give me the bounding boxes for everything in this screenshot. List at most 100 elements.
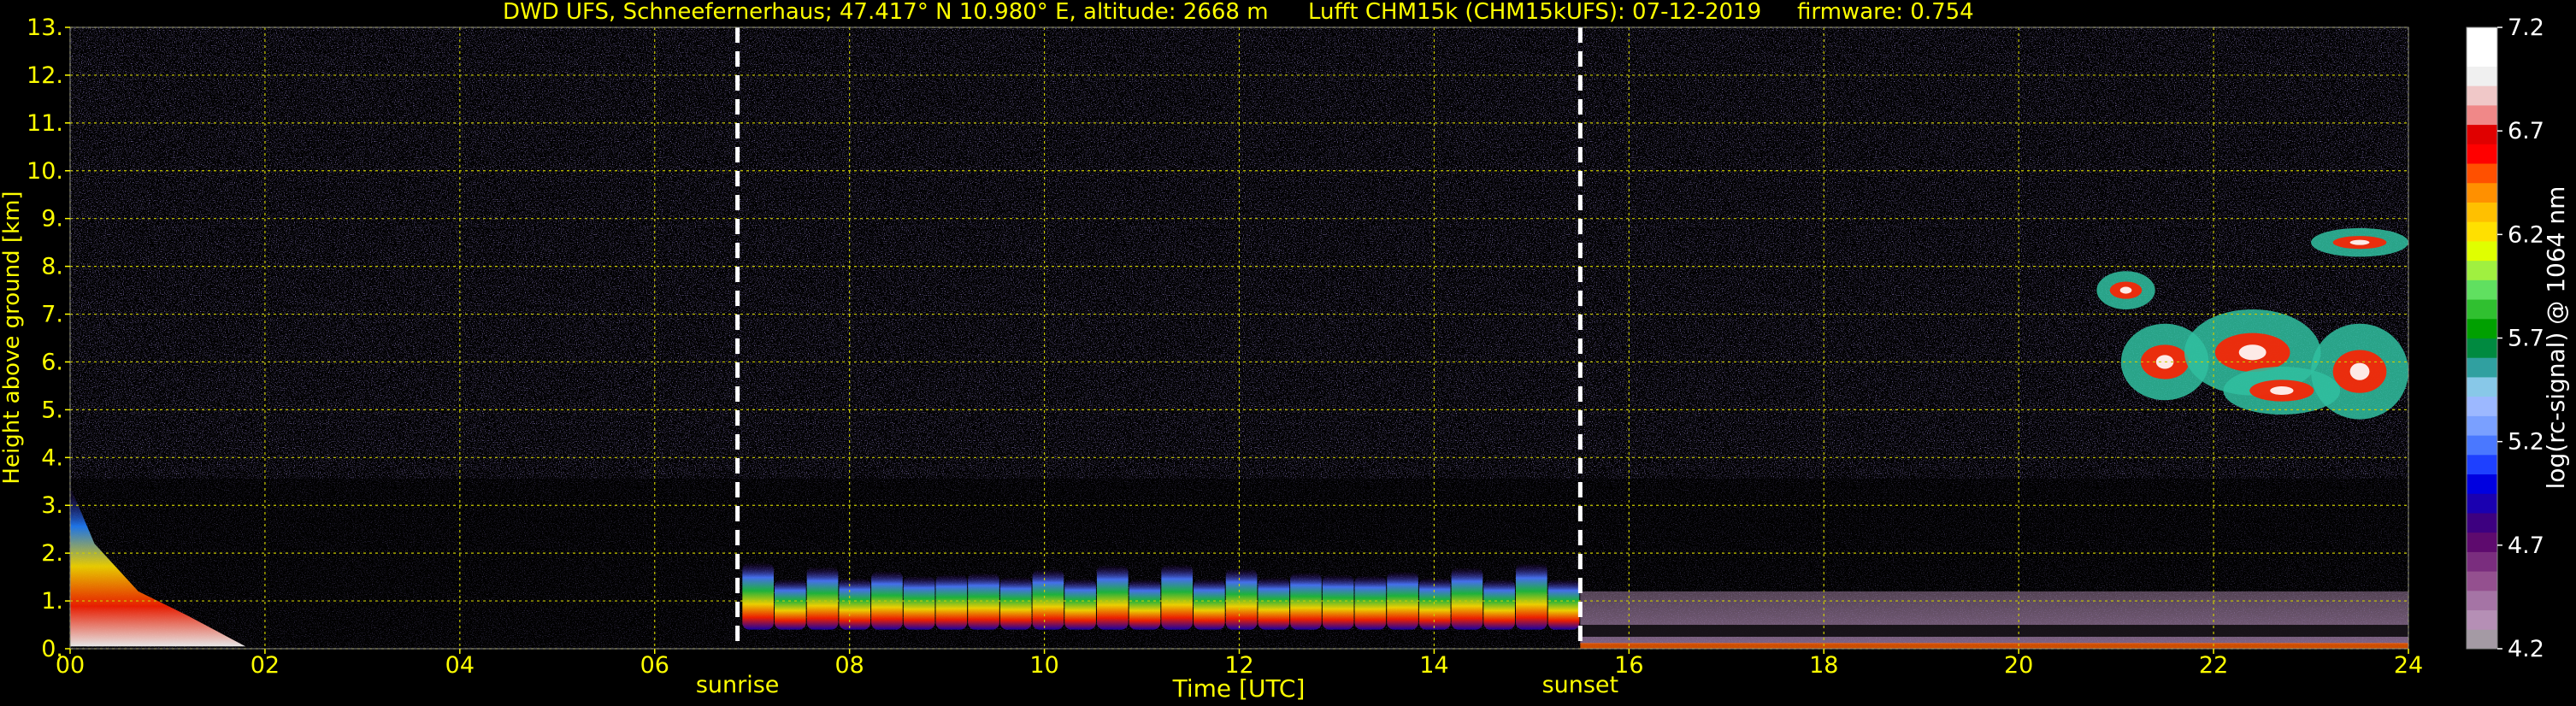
colorbar-tick-label: 4.7 — [2508, 532, 2544, 559]
cloud-peak — [2349, 362, 2370, 380]
y-tick-label: 3. — [41, 492, 63, 519]
sunrise-label: sunrise — [696, 672, 780, 698]
x-tick-label: 02 — [251, 652, 280, 679]
colorbar-ticks: 7.2 6.7 6.2 5.7 5.2 4.7 4.2 — [2497, 15, 2544, 662]
cloud-peak — [2119, 286, 2132, 294]
ceilometer-chart: sunrise sunset 00 02 04 06 08 10 12 14 16 18 20 22 24… — [0, 0, 2570, 703]
x-tick-label: 14 — [1419, 652, 1448, 679]
colorbar-swatch — [2467, 279, 2497, 300]
y-tick-label: 4. — [41, 444, 63, 471]
pbl-cell — [1387, 571, 1418, 630]
colorbar-swatch — [2467, 415, 2497, 436]
colorbar-swatch — [2467, 260, 2497, 280]
x-tick-label: 04 — [445, 652, 475, 679]
cloud-peak — [2270, 385, 2294, 396]
colorbar-swatch — [2467, 144, 2497, 164]
colorbar-swatch — [2467, 396, 2497, 416]
colorbar-tick-label: 4.2 — [2508, 636, 2544, 662]
colorbar-swatch — [2467, 376, 2497, 397]
y-axis-ticks: 0. 1. 2. 3. 4. 5. 6. 7. 8. 9. 10. 11. 12. 13. — [27, 15, 70, 662]
colorbar — [2467, 27, 2497, 650]
pbl-cell — [1064, 579, 1096, 630]
x-tick-label: 24 — [2394, 652, 2423, 679]
chart-title-instrument: Lufft CHM15k (CHM15kUFS): 07-12-2019 — [1308, 0, 1761, 25]
colorbar-swatch — [2467, 474, 2497, 494]
x-tick-label: 16 — [1614, 652, 1643, 679]
colorbar-swatch — [2467, 357, 2497, 378]
x-tick-label: 06 — [640, 652, 669, 679]
colorbar-swatch — [2467, 338, 2497, 358]
pbl-cell — [1354, 575, 1387, 630]
colorbar-swatch — [2467, 124, 2497, 144]
y-tick-label: 6. — [41, 349, 63, 375]
colorbar-swatch — [2467, 202, 2497, 222]
colorbar-swatch — [2467, 163, 2497, 184]
pbl-cell — [1515, 563, 1547, 630]
pbl-cell — [935, 574, 968, 630]
pbl-cell — [1129, 579, 1161, 630]
surface-return — [1580, 643, 2408, 649]
colorbar-label: log(rc-signal) @ 1064 nm — [2542, 186, 2570, 490]
colorbar-tick-label: 5.7 — [2508, 326, 2544, 352]
y-tick-label: 0. — [41, 636, 63, 662]
colorbar-swatch — [2467, 221, 2497, 242]
colorbar-swatch — [2467, 512, 2497, 533]
pbl-cell — [968, 573, 999, 630]
pbl-cell — [871, 571, 903, 630]
x-tick-label: 18 — [1809, 652, 1838, 679]
chart-title-site: DWD UFS, Schneefernerhaus; 47.417° N 10.… — [503, 0, 1269, 25]
colorbar-tick-label: 7.2 — [2508, 15, 2544, 41]
pbl-cell — [1547, 579, 1580, 630]
colorbar-swatch — [2467, 318, 2497, 338]
pbl-cell — [1418, 578, 1451, 630]
pbl-cell — [1225, 568, 1258, 630]
x-tick-label: 22 — [2199, 652, 2228, 679]
chart-title-firmware: firmware: 0.754 — [1797, 0, 1974, 25]
cloud-peak — [2349, 239, 2370, 245]
x-tick-label: 10 — [1029, 652, 1058, 679]
colorbar-tick-label: 5.2 — [2508, 429, 2544, 456]
pbl-cell — [806, 567, 839, 630]
y-tick-label: 13. — [27, 15, 63, 41]
y-tick-label: 2. — [41, 540, 63, 567]
colorbar-swatch — [2467, 493, 2497, 514]
colorbar-swatch — [2467, 551, 2497, 572]
y-tick-label: 7. — [41, 302, 63, 328]
colorbar-swatch — [2467, 532, 2497, 552]
pbl-cell — [1322, 574, 1354, 630]
y-tick-label: 10. — [27, 158, 63, 185]
pbl-cell — [1483, 579, 1515, 630]
y-tick-label: 5. — [41, 397, 63, 423]
pbl-cell — [775, 579, 806, 630]
residual-gap — [1580, 625, 2408, 638]
pbl-cell — [903, 575, 935, 630]
colorbar-swatch — [2467, 85, 2497, 106]
x-tick-label: 20 — [2004, 652, 2033, 679]
colorbar-swatch — [2467, 454, 2497, 475]
y-tick-label: 9. — [41, 206, 63, 232]
colorbar-swatch — [2467, 609, 2497, 630]
colorbar-swatch — [2467, 66, 2497, 86]
pbl-cell — [1194, 579, 1225, 630]
colorbar-tick-label: 6.7 — [2508, 118, 2544, 144]
pbl-cell — [1096, 565, 1129, 630]
pbl-cell — [742, 562, 775, 630]
y-axis-label: Height above ground [km] — [0, 191, 25, 484]
pbl-cell — [1258, 577, 1290, 630]
colorbar-swatch — [2467, 46, 2497, 67]
y-tick-label: 8. — [41, 254, 63, 280]
y-tick-label: 11. — [27, 110, 63, 137]
pbl-cell — [1161, 564, 1194, 630]
colorbar-swatch — [2467, 571, 2497, 591]
cloud-peak — [2238, 344, 2267, 361]
x-tick-label: 08 — [834, 652, 864, 679]
pbl-cell — [1032, 569, 1064, 630]
colorbar-swatch — [2467, 27, 2497, 48]
pbl-cell — [839, 578, 871, 630]
x-axis-label: Time [UTC] — [1172, 674, 1306, 703]
colorbar-swatch — [2467, 629, 2497, 650]
colorbar-swatch — [2467, 240, 2497, 262]
colorbar-swatch — [2467, 435, 2497, 456]
sunset-label: sunset — [1542, 672, 1619, 698]
pbl-cell — [1451, 568, 1483, 630]
